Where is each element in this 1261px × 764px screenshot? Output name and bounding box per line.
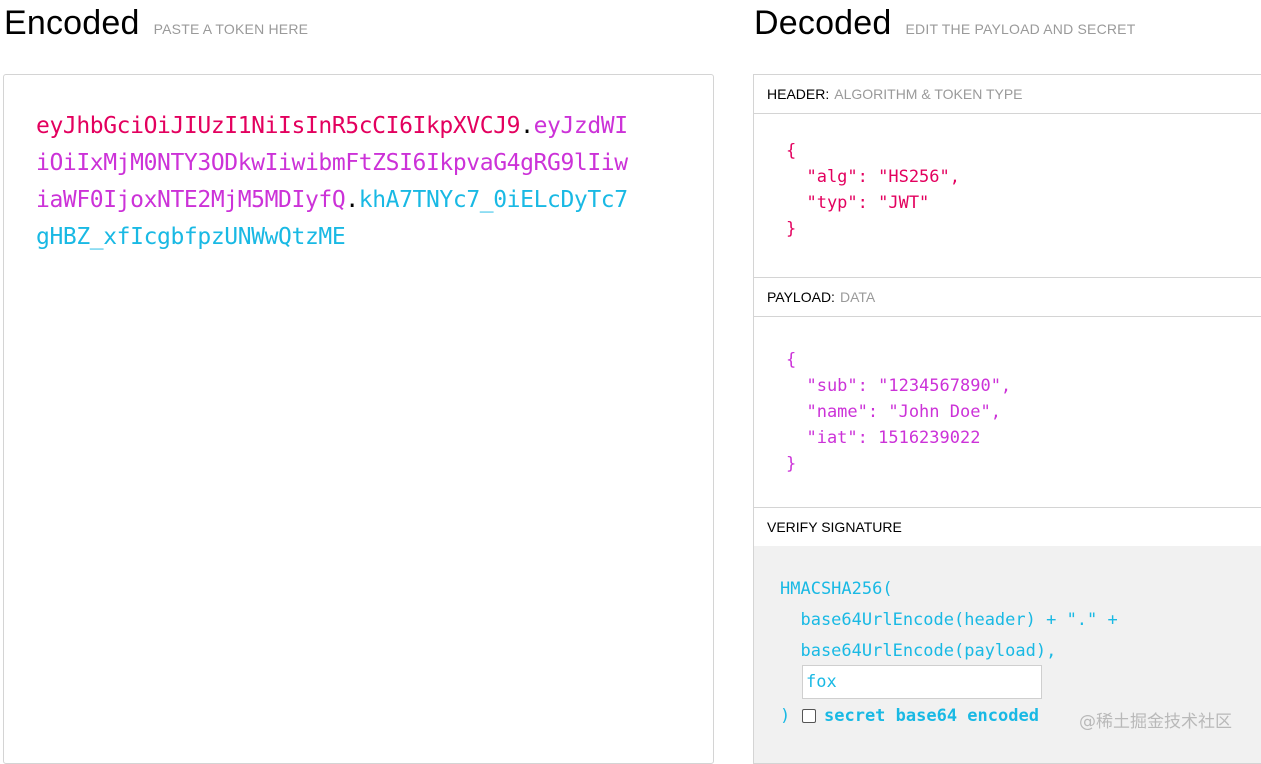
decoded-panel: HEADER: ALGORITHM & TOKEN TYPE { "alg": "… [753, 74, 1261, 764]
formula-close-paren: ) [780, 706, 791, 726]
payload-section-label: PAYLOAD: [767, 289, 835, 305]
verify-section-head: VERIFY SIGNATURE [754, 508, 1261, 547]
payload-json[interactable]: { "sub": "1234567890", "name": "John Doe… [786, 347, 1011, 477]
header-section-label: HEADER: [767, 86, 830, 102]
decoded-title: Decoded [754, 4, 892, 42]
token-separator: . [345, 187, 359, 213]
secret-input[interactable] [802, 665, 1042, 699]
decoded-subtitle: EDIT THE PAYLOAD AND SECRET [905, 21, 1136, 37]
signature-formula: HMACSHA256( base64UrlEncode(header) + ".… [780, 579, 1118, 661]
payload-section-head: PAYLOAD: DATA [754, 278, 1261, 317]
token-text[interactable]: eyJhbGciOiJIUzI1NiIsInR5cCI6IkpXVCJ9.eyJ… [36, 108, 636, 256]
secret-base64-checkbox[interactable] [802, 709, 816, 723]
header-json-editor[interactable]: { "alg": "HS256", "typ": "JWT" } [754, 114, 1261, 278]
encoded-title-bar: Encoded PASTE A TOKEN HERE [4, 4, 308, 43]
header-section-head: HEADER: ALGORITHM & TOKEN TYPE [754, 75, 1261, 114]
token-header-part: eyJhbGciOiJIUzI1NiIsInR5cCI6IkpXVCJ9 [36, 113, 521, 139]
token-separator: . [520, 113, 534, 139]
header-json[interactable]: { "alg": "HS256", "typ": "JWT" } [786, 138, 960, 242]
encoded-token-editor[interactable]: eyJhbGciOiJIUzI1NiIsInR5cCI6IkpXVCJ9.eyJ… [3, 74, 714, 764]
secret-base64-label[interactable]: secret base64 encoded [824, 706, 1039, 726]
payload-section-sublabel: DATA [839, 289, 876, 305]
header-section-sublabel: ALGORITHM & TOKEN TYPE [834, 86, 1023, 102]
payload-json-editor[interactable]: { "sub": "1234567890", "name": "John Doe… [754, 317, 1261, 507]
verify-section-label: VERIFY SIGNATURE [767, 519, 902, 535]
encoded-title: Encoded [4, 4, 140, 42]
encoded-subtitle: PASTE A TOKEN HERE [153, 21, 309, 37]
watermark: @稀土掘金技术社区 [1079, 712, 1232, 732]
decoded-title-bar: Decoded EDIT THE PAYLOAD AND SECRET [754, 4, 1135, 43]
